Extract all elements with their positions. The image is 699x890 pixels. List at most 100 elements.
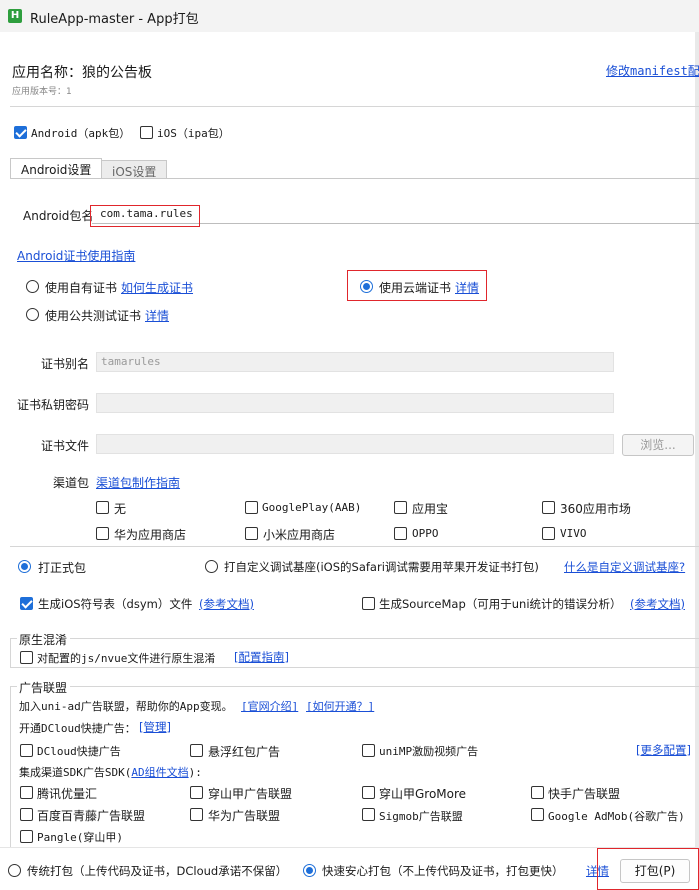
- channel-yingyongbao-label: 应用宝: [412, 502, 449, 516]
- channel-googleplay-checkbox[interactable]: [245, 501, 258, 514]
- ad-alliance-title: 广告联盟: [17, 679, 71, 696]
- cert-alias-label: 证书别名: [41, 357, 90, 371]
- header-divider: [10, 106, 699, 107]
- channel-huawei-checkbox[interactable]: [96, 527, 109, 540]
- cert-alias-input[interactable]: tamarules: [96, 352, 614, 372]
- fast-pack-label: 快速安心打包（不上传代码及证书，打包更快）: [322, 864, 564, 878]
- sdk-sigmob-checkbox[interactable]: [362, 808, 375, 821]
- sdk-tencent-checkbox[interactable]: [20, 786, 33, 799]
- dcloud-quick-ad-option: DCloud快捷广告: [37, 745, 121, 758]
- channel-sdk-label: 集成渠道SDK广告SDK(AD组件文档):: [19, 764, 202, 780]
- pack-button-highlight-box: [597, 848, 699, 890]
- traditional-pack-radio[interactable]: [8, 864, 21, 877]
- browse-button[interactable]: 浏览...: [622, 434, 694, 456]
- window-titlebar: H RuleApp-master - App打包: [0, 0, 699, 32]
- dcloud-manage-link[interactable]: [管理]: [139, 719, 171, 735]
- sdk-pangle-label: Pangle(穿山甲): [37, 831, 123, 844]
- channel-yingyongbao-checkbox[interactable]: [394, 501, 407, 514]
- channel-label: 渠道包: [53, 476, 90, 490]
- package-highlight-box: [90, 205, 200, 227]
- sdk-sigmob-label: Sigmob广告联盟: [379, 810, 463, 823]
- channel-360-checkbox[interactable]: [542, 501, 555, 514]
- sourcemap-docs-link[interactable]: (参考文档): [630, 596, 685, 612]
- tab-android-settings[interactable]: Android设置: [10, 158, 103, 178]
- custom-base-label: 打自定义调试基座(iOS的Safari调试需要用苹果开发证书打包): [224, 560, 539, 574]
- native-obfuscation-title: 原生混淆: [17, 631, 71, 648]
- ad-intro-text: 加入uni-ad广告联盟，帮助你的App变现。: [19, 700, 233, 713]
- formal-package-label: 打正式包: [38, 561, 87, 575]
- sdk-pangle-alliance-label: 穿山甲广告联盟: [208, 787, 293, 801]
- channel-guide-link[interactable]: 渠道包制作指南: [96, 474, 180, 491]
- custom-base-radio[interactable]: [205, 560, 218, 573]
- public-test-cert-radio[interactable]: [26, 308, 39, 321]
- tab-ios-settings[interactable]: iOS设置: [101, 160, 168, 179]
- window-title: RuleApp-master - App打包: [30, 12, 199, 27]
- unimp-reward-video-checkbox[interactable]: [362, 744, 375, 757]
- ad-more-config-link[interactable]: [更多配置]: [636, 742, 691, 758]
- channel-vivo-checkbox[interactable]: [542, 527, 555, 540]
- ad-how-to-open-link[interactable]: [如何开通？]: [306, 698, 374, 714]
- channel-oppo-checkbox[interactable]: [394, 527, 407, 540]
- sdk-admob-label: Google AdMob(谷歌广告): [548, 810, 685, 823]
- custom-base-help-link[interactable]: 什么是自定义调试基座?: [564, 559, 685, 575]
- channel-none-checkbox[interactable]: [96, 501, 109, 514]
- sdk-pangle-alliance-checkbox[interactable]: [190, 786, 203, 799]
- sourcemap-label: 生成SourceMap（可用于uni统计的错误分析）: [379, 597, 622, 611]
- ad-official-intro-link[interactable]: [官网介绍]: [241, 698, 298, 714]
- sdk-baidu-label: 百度百青藤广告联盟: [37, 809, 146, 823]
- own-cert-label: 使用自有证书: [45, 281, 118, 295]
- channel-xiaomi-checkbox[interactable]: [245, 527, 258, 540]
- fast-pack-radio[interactable]: [303, 864, 316, 877]
- native-obfuscation-checkbox[interactable]: [20, 651, 33, 664]
- how-to-generate-cert-link[interactable]: 如何生成证书: [121, 279, 193, 296]
- public-test-cert-details-link[interactable]: 详情: [145, 307, 169, 324]
- hbuilder-app-icon: H: [8, 9, 22, 23]
- ios-dsym-docs-link[interactable]: (参考文档): [199, 596, 254, 612]
- own-cert-radio[interactable]: [26, 280, 39, 293]
- sdk-gromore-checkbox[interactable]: [362, 786, 375, 799]
- android-panel-bottom-border: [10, 546, 699, 547]
- modify-manifest-link[interactable]: 修改manifest配置: [606, 62, 699, 79]
- android-platform-checkbox[interactable]: [14, 126, 27, 139]
- app-version-label: 应用版本号：1: [12, 87, 72, 97]
- channel-googleplay-label: GooglePlay(AAB): [262, 501, 362, 514]
- cert-key-password-input[interactable]: [96, 393, 614, 413]
- ios-dsym-label: 生成iOS符号表（dsym）文件: [38, 597, 193, 611]
- sdk-gromore-label: 穿山甲GroMore: [379, 787, 467, 801]
- channel-huawei-label: 华为应用商店: [114, 528, 187, 542]
- cloud-cert-highlight-box: [347, 270, 487, 301]
- package-name-label: Android包名: [23, 209, 94, 223]
- dcloud-quick-ad-checkbox[interactable]: [20, 744, 33, 757]
- channel-360-label: 360应用市场: [560, 502, 631, 516]
- floating-redpacket-ad-option: 悬浮红包广告: [208, 745, 281, 759]
- android-cert-guide-link[interactable]: Android证书使用指南: [17, 247, 135, 264]
- unimp-reward-video-option: uniMP激励视频广告: [379, 745, 479, 758]
- sdk-huawei-ads-label: 华为广告联盟: [208, 809, 281, 823]
- channel-sdk-label-tail: ):: [188, 766, 202, 779]
- channel-xiaomi-label: 小米应用商店: [263, 528, 336, 542]
- sdk-kuaishou-checkbox[interactable]: [531, 786, 544, 799]
- cert-file-input[interactable]: [96, 434, 614, 454]
- channel-oppo-label: OPPO: [412, 527, 439, 540]
- channel-none-label: 无: [114, 502, 127, 516]
- ios-platform-checkbox[interactable]: [140, 126, 153, 139]
- formal-package-radio[interactable]: [18, 560, 31, 573]
- ios-platform-label: iOS（ipa包）: [157, 127, 230, 140]
- bottom-action-bar: 传统打包（上传代码及证书，DCloud承诺不保留） 快速安心打包（不上传代码及证…: [0, 847, 699, 890]
- sdk-pangle-checkbox[interactable]: [20, 830, 33, 843]
- sdk-admob-checkbox[interactable]: [531, 808, 544, 821]
- channel-vivo-label: VIVO: [560, 527, 587, 540]
- sourcemap-checkbox[interactable]: [362, 597, 375, 610]
- native-obfuscation-guide-link[interactable]: [配置指南]: [234, 649, 289, 665]
- native-obfuscation-label: 对配置的js/nvue文件进行原生混淆: [37, 652, 216, 665]
- ios-dsym-checkbox[interactable]: [20, 597, 33, 610]
- traditional-pack-label: 传统打包（上传代码及证书，DCloud承诺不保留）: [27, 864, 288, 878]
- sdk-kuaishou-label: 快手广告联盟: [548, 787, 621, 801]
- sdk-huawei-ads-checkbox[interactable]: [190, 808, 203, 821]
- floating-redpacket-ad-checkbox[interactable]: [190, 744, 203, 757]
- sdk-baidu-checkbox[interactable]: [20, 808, 33, 821]
- ad-component-docs-link[interactable]: AD组件文档: [131, 766, 188, 779]
- public-test-cert-label: 使用公共测试证书: [45, 309, 142, 323]
- app-name-label: 应用名称：狼的公告板: [12, 65, 152, 81]
- tab-panel-border: [10, 178, 699, 179]
